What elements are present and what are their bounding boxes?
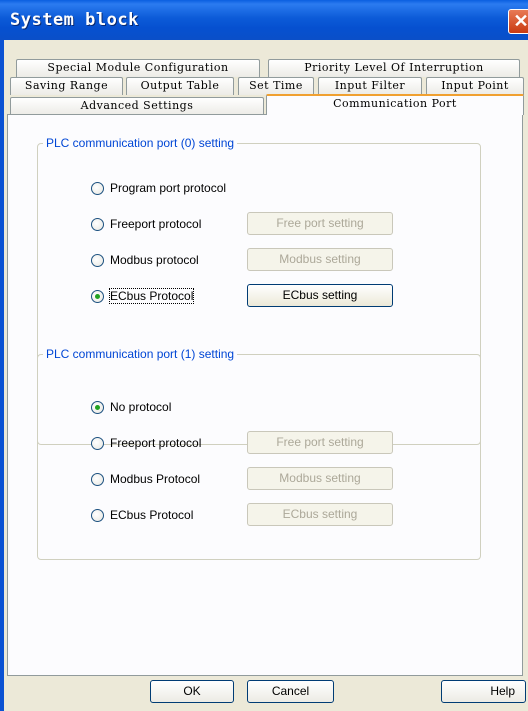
- title-bar[interactable]: System block ✕: [0, 0, 528, 40]
- radio-selected-dot: [95, 293, 100, 299]
- port1-modbus-setting-button[interactable]: Modbus setting: [247, 467, 393, 490]
- radio-label: Modbus Protocol: [110, 472, 201, 486]
- radio-button[interactable]: [91, 253, 104, 267]
- port1-freeport-option[interactable]: Freeport protocol: [91, 434, 201, 452]
- port0-group-title: PLC communication port (0) setting: [43, 135, 238, 151]
- radio-label: Program port protocol: [110, 181, 227, 195]
- tab-saving-range[interactable]: Saving Range: [10, 77, 123, 95]
- radio-button[interactable]: [91, 436, 104, 450]
- port1-no-protocol-option[interactable]: No protocol: [91, 398, 171, 416]
- port0-modbus-setting-button[interactable]: Modbus setting: [247, 248, 393, 271]
- radio-button[interactable]: [91, 181, 104, 195]
- port0-program-port-option[interactable]: Program port protocol: [91, 179, 226, 197]
- port0-freeport-option[interactable]: Freeport protocol: [91, 215, 201, 233]
- tab-input-point[interactable]: Input Point: [426, 77, 524, 95]
- help-button[interactable]: Help: [441, 680, 526, 703]
- close-icon: ✕: [513, 11, 528, 31]
- ok-button[interactable]: OK: [150, 680, 234, 703]
- port1-modbus-option[interactable]: Modbus Protocol: [91, 470, 200, 488]
- close-button[interactable]: ✕: [508, 9, 528, 34]
- radio-label: Modbus protocol: [110, 253, 199, 267]
- radio-selected-dot: [95, 404, 100, 410]
- port1-group: PLC communication port (1) setting No pr…: [37, 346, 481, 560]
- port0-ecbus-setting-button[interactable]: ECbus setting: [247, 284, 393, 307]
- system-block-dialog: System block ✕ Special Module Configurat…: [0, 0, 528, 711]
- tab-output-table[interactable]: Output Table: [126, 77, 234, 95]
- window-title: System block: [10, 10, 139, 30]
- radio-button[interactable]: [91, 508, 104, 522]
- radio-button[interactable]: [91, 472, 104, 486]
- port0-free-port-setting-button[interactable]: Free port setting: [247, 212, 393, 235]
- tab-set-time[interactable]: Set Time: [238, 77, 314, 95]
- radio-button[interactable]: [91, 400, 104, 414]
- tab-special-module-configuration[interactable]: Special Module Configuration: [16, 59, 260, 77]
- port1-group-title: PLC communication port (1) setting: [43, 346, 238, 362]
- radio-label: ECbus Protocol: [110, 508, 194, 522]
- radio-button[interactable]: [91, 217, 104, 231]
- cancel-button[interactable]: Cancel: [247, 680, 334, 703]
- port1-free-port-setting-button[interactable]: Free port setting: [247, 431, 393, 454]
- tab-advanced-settings[interactable]: Advanced Settings: [10, 97, 264, 115]
- port1-ecbus-setting-button[interactable]: ECbus setting: [247, 503, 393, 526]
- tab-priority-level-of-interruption[interactable]: Priority Level Of Interruption: [268, 59, 520, 77]
- communication-port-panel: PLC communication port (0) setting Progr…: [7, 114, 523, 676]
- port0-ecbus-option[interactable]: ECbus Protocol: [91, 287, 195, 305]
- radio-label: No protocol: [110, 400, 172, 414]
- window-frame-left: [0, 40, 4, 711]
- radio-label: Freeport protocol: [110, 217, 202, 231]
- tab-communication-port[interactable]: Communication Port: [266, 94, 524, 115]
- radio-label: Freeport protocol: [110, 436, 202, 450]
- radio-button[interactable]: [91, 289, 104, 303]
- port1-ecbus-option[interactable]: ECbus Protocol: [91, 506, 193, 524]
- port0-modbus-option[interactable]: Modbus protocol: [91, 251, 199, 269]
- tab-input-filter[interactable]: Input Filter: [318, 77, 422, 95]
- radio-label: ECbus Protocol: [108, 288, 195, 304]
